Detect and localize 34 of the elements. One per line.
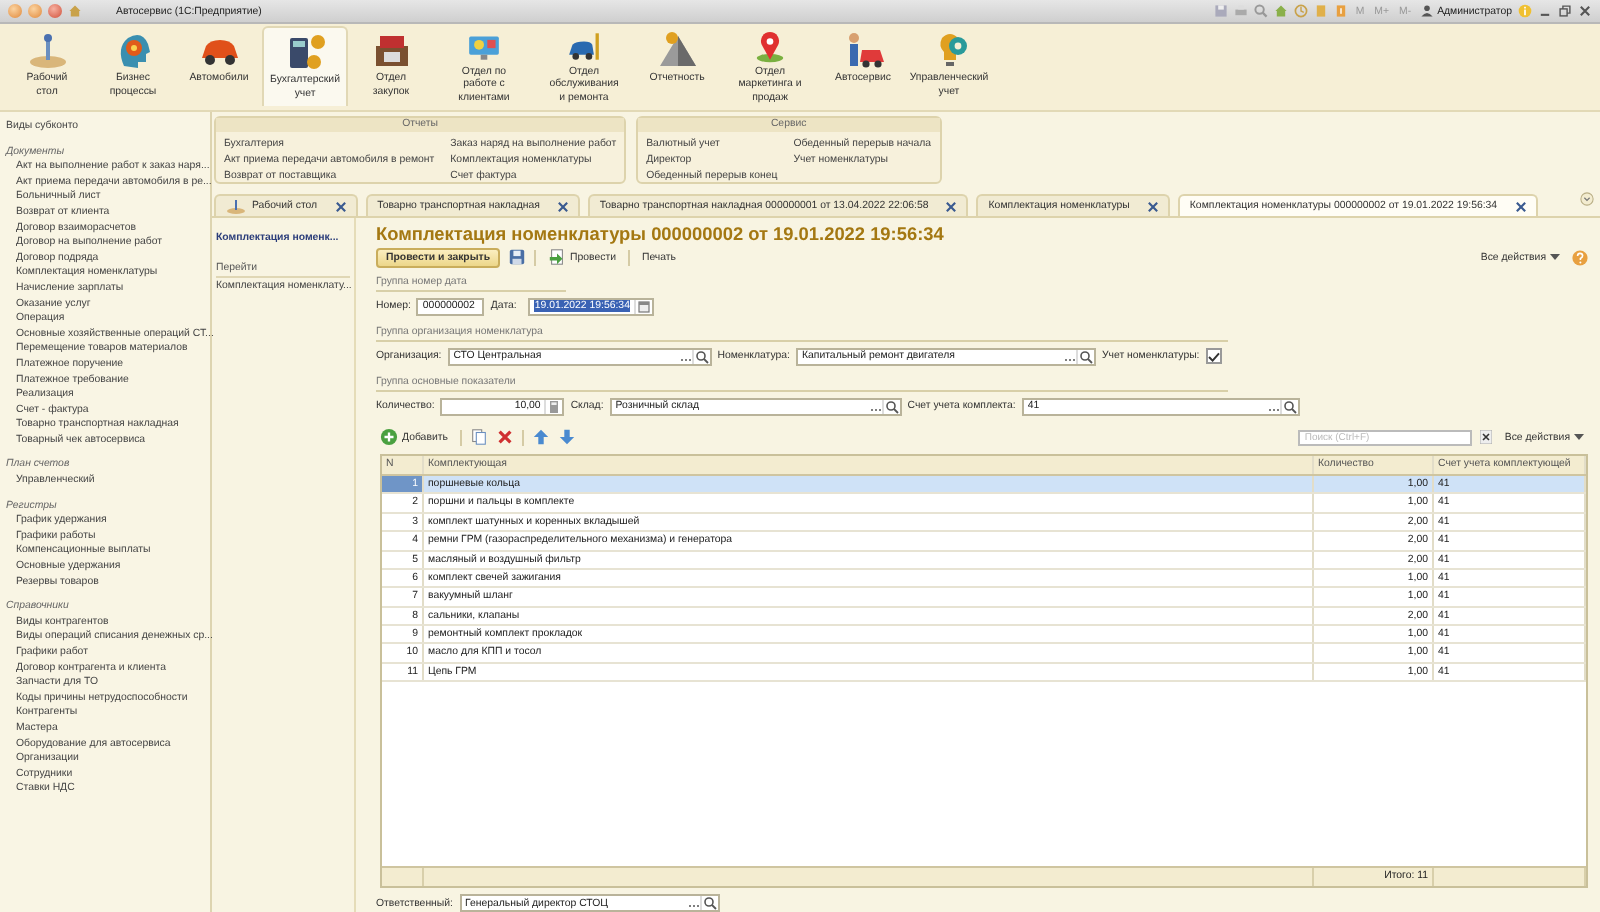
search-icon[interactable]: [699, 896, 717, 910]
caret-icon: [1550, 254, 1560, 261]
calculator-icon[interactable]: [544, 399, 563, 414]
search-icon[interactable]: [881, 399, 900, 414]
arrow-up-icon[interactable]: [531, 428, 550, 447]
document-arrow-icon: [548, 248, 567, 267]
close-icon[interactable]: [1515, 201, 1526, 211]
search-icon[interactable]: [691, 349, 710, 364]
close-icon[interactable]: [1147, 201, 1158, 211]
restore-icon[interactable]: [1558, 4, 1572, 18]
close-icon[interactable]: [557, 201, 568, 211]
arrow-down-icon[interactable]: [557, 428, 576, 447]
magnifier-icon[interactable]: [1253, 4, 1268, 18]
floppy-icon[interactable]: [508, 248, 527, 267]
plus-icon: [380, 428, 398, 447]
close-icon[interactable]: [335, 201, 346, 211]
checkbox[interactable]: [1205, 348, 1222, 365]
help-icon[interactable]: [1572, 249, 1588, 266]
delete-icon[interactable]: [495, 428, 514, 447]
dropdown-icon[interactable]: [1580, 192, 1594, 206]
check-icon: [1207, 351, 1220, 362]
search-icon[interactable]: [1076, 349, 1094, 364]
person-icon: [1419, 4, 1434, 18]
desk-icon: [25, 30, 69, 70]
close-icon[interactable]: [946, 201, 957, 211]
form-title: Комплектация номенклатуры 000000002 от 19.01.2022 19:56:34: [376, 224, 946, 246]
desk-icon: [226, 198, 246, 214]
close-icon[interactable]: [1578, 4, 1592, 18]
calendar-icon[interactable]: [634, 299, 653, 314]
search-icon[interactable]: [1279, 399, 1298, 414]
caret-icon: [1574, 434, 1584, 441]
clear-icon[interactable]: [1480, 430, 1493, 445]
pyramid-icon: [655, 30, 699, 70]
copy-icon[interactable]: [469, 428, 488, 447]
